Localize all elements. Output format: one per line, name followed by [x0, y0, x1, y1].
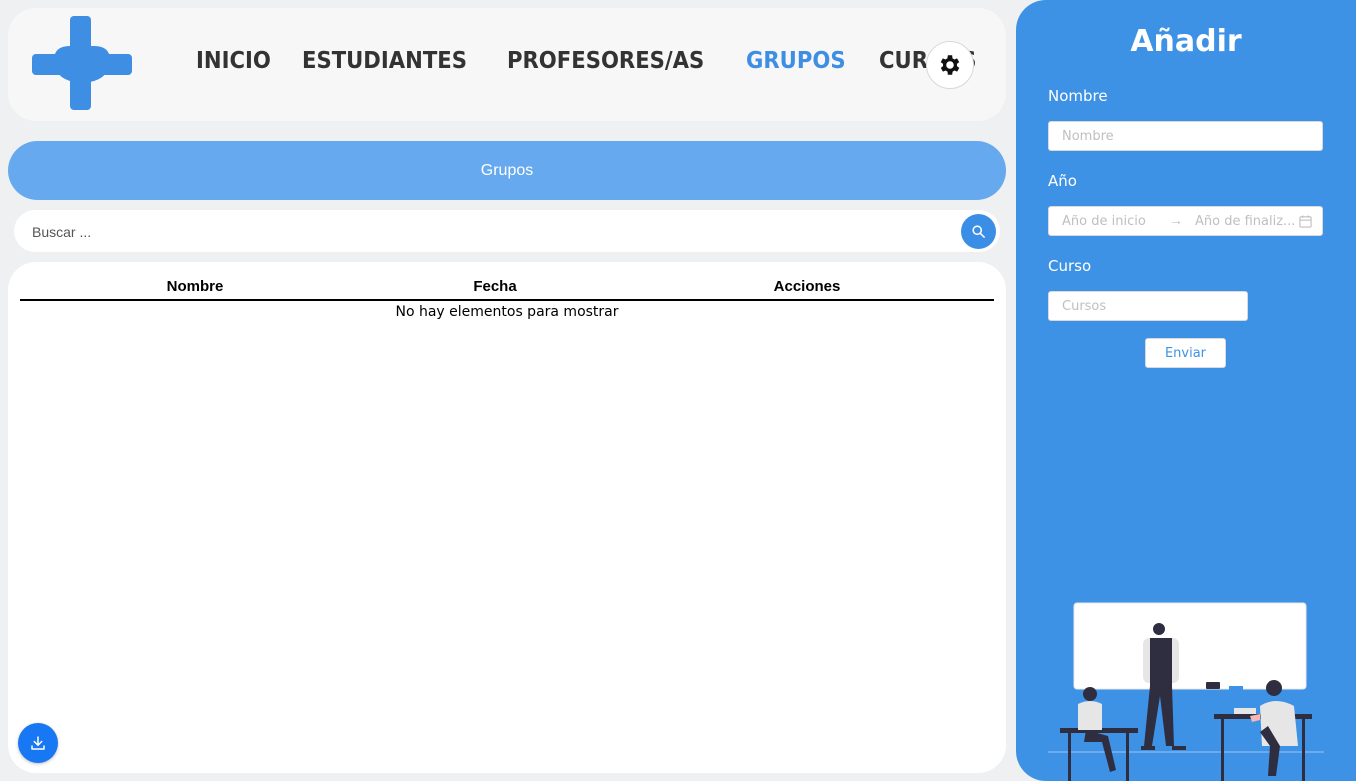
header: INICIO ESTUDIANTES PROFESORES/AS GRUPOS …	[8, 8, 1006, 121]
column-header-nombre[interactable]: Nombre	[167, 278, 224, 295]
column-header-acciones[interactable]: Acciones	[774, 278, 841, 295]
gear-icon	[940, 55, 960, 75]
curso-select[interactable]	[1048, 291, 1248, 321]
curso-field[interactable]	[1060, 298, 1239, 315]
ano-label: Año	[1048, 172, 1077, 190]
nombre-field-wrapper	[1048, 121, 1323, 151]
download-button[interactable]	[18, 723, 58, 763]
main-nav: INICIO ESTUDIANTES PROFESORES/AS GRUPOS …	[196, 48, 1010, 74]
add-panel: Añadir Nombre Año → Curso Enviar	[1016, 0, 1356, 781]
search-bar	[14, 210, 1000, 252]
ano-start-field[interactable]	[1060, 213, 1169, 230]
page-title: Grupos	[8, 141, 1006, 200]
search-icon	[972, 225, 985, 238]
search-input[interactable]	[30, 220, 934, 244]
nav-item-grupos[interactable]: GRUPOS	[746, 48, 846, 74]
nombre-label: Nombre	[1048, 87, 1108, 105]
calendar-icon[interactable]	[1299, 215, 1312, 228]
range-arrow-icon: →	[1169, 212, 1183, 228]
settings-button[interactable]	[926, 41, 974, 89]
nombre-field[interactable]	[1060, 128, 1314, 145]
column-header-fecha[interactable]: Fecha	[473, 278, 516, 295]
curso-label: Curso	[1048, 257, 1092, 275]
search-button[interactable]	[961, 214, 996, 249]
classroom-illustration	[1046, 600, 1326, 781]
ano-range-picker[interactable]: →	[1048, 206, 1323, 236]
nav-item-inicio[interactable]: INICIO	[196, 48, 271, 74]
submit-button[interactable]: Enviar	[1145, 338, 1226, 368]
download-icon	[31, 736, 45, 750]
nav-item-profesores[interactable]: PROFESORES/AS	[507, 48, 704, 74]
table-header: Nombre Fecha Acciones	[20, 278, 994, 301]
nav-item-estudiantes[interactable]: ESTUDIANTES	[302, 48, 467, 74]
add-panel-title: Añadir	[1130, 24, 1242, 59]
cross-logo-icon[interactable]	[32, 16, 132, 110]
ano-end-field[interactable]	[1193, 213, 1297, 230]
groups-table: Nombre Fecha Acciones No hay elementos p…	[8, 262, 1006, 773]
empty-message: No hay elementos para mostrar	[395, 304, 619, 320]
